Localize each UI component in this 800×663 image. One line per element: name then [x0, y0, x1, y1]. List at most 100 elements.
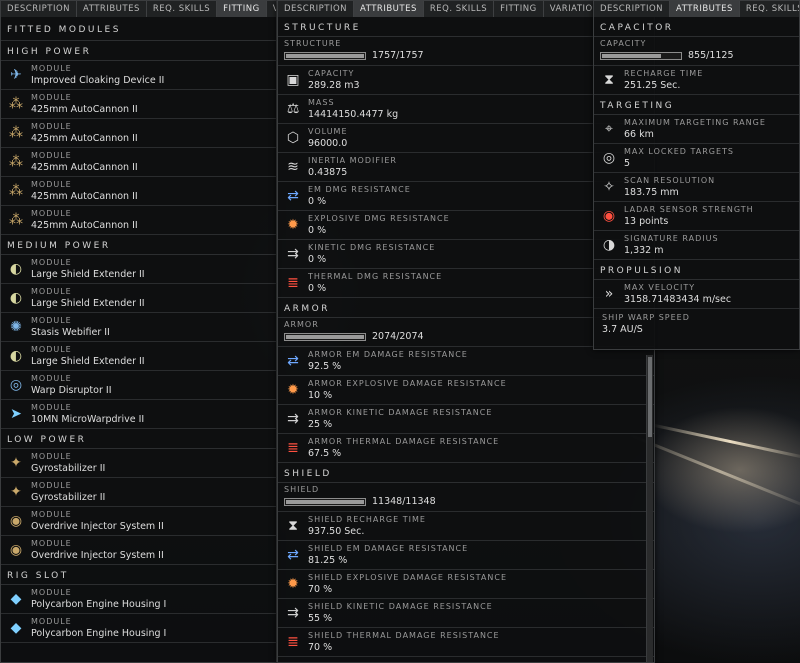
attribute-text: Recharge time 251.25 Sec.	[624, 68, 703, 92]
attribute-row: ⇉ Armor Kinetic Damage Resistance 25 %	[278, 405, 654, 434]
attribute-label: Volume	[308, 127, 348, 136]
tab-req-skills[interactable]: Req. Skills	[423, 1, 495, 17]
attribute-value: 0.43875	[308, 167, 348, 178]
attribute-label: Armor Kinetic Damage Resistance	[308, 408, 493, 417]
attribute-row: ◐ Module Large Shield Extender II	[1, 255, 276, 284]
fitted-modules-title: Fitted Modules	[1, 17, 276, 41]
attribute-row: ◉ Ladar Sensor Strength 13 points	[594, 202, 799, 231]
attribute-text: Armor Kinetic Damage Resistance 25 %	[308, 407, 492, 431]
attribute-value: 425mm AutoCannon II	[31, 220, 138, 231]
tab-attributes[interactable]: Attributes	[354, 1, 424, 17]
attribute-row: ◉ Module Overdrive Injector System II	[1, 507, 276, 536]
warp-speed-label: Ship Warp Speed	[602, 313, 690, 322]
slot-group-title: High Power	[1, 41, 276, 61]
attribute-label: Maximum Targeting Range	[624, 118, 766, 127]
shield-extender-icon: ◐	[9, 348, 23, 364]
slot-group-title: Low Power	[1, 429, 276, 449]
tab-description[interactable]: Description	[1, 1, 78, 17]
thermal-resist-icon: ≣	[287, 634, 299, 650]
cloak-icon: ✈	[10, 67, 22, 83]
attribute-label: Armor Explosive Damage Resistance	[308, 379, 507, 388]
attribute-label: Capacity	[308, 69, 355, 78]
ladar-sensor-icon: ◉	[602, 208, 616, 224]
tab-fitting[interactable]: Fitting	[217, 1, 267, 17]
attribute-text: Shield recharge time 937.50 Sec.	[308, 514, 426, 538]
autocannon-icon: ⁂	[9, 154, 23, 170]
scrollbar-thumb[interactable]	[648, 357, 652, 437]
warp-speed-row: Ship Warp Speed 3.7 AU/S	[594, 309, 799, 339]
attribute-row: ⁂ Module 425mm AutoCannon II	[1, 148, 276, 177]
attribute-value: 81.25 %	[308, 555, 348, 566]
attribute-label: Module	[31, 122, 72, 131]
attribute-text: Signature Radius 1,332 m	[624, 233, 719, 257]
attribute-label: Module	[31, 588, 72, 597]
attribute-label: Module	[31, 617, 72, 626]
explosive-resist-icon: ✹	[287, 576, 299, 592]
attribute-row: ◎ Module Warp Disruptor II	[1, 371, 276, 400]
armor-bar-value: 2074/2074	[372, 331, 424, 342]
attribute-label: Shield Thermal Damage Resistance	[308, 631, 500, 640]
tab-fitting[interactable]: Fitting	[494, 1, 544, 17]
attribute-label: Max Locked Targets	[624, 147, 734, 156]
attribute-value: 0 %	[308, 225, 327, 236]
attribute-row: ≣ Armor Thermal Damage Resistance 67.5 %	[278, 434, 654, 463]
attribute-value: 96000.0	[308, 138, 348, 149]
attribute-text: EM dmg resistance 0 %	[308, 184, 411, 208]
attribute-row: ◆ Module Polycarbon Engine Housing I	[1, 585, 276, 614]
attribute-value: 66 km	[624, 129, 654, 140]
attribute-text: Shield Explosive Damage Resistance 70 %	[308, 572, 507, 596]
tab-req-skills[interactable]: Req. Skills	[146, 1, 218, 17]
attribute-text: Armor Thermal Damage Resistance 67.5 %	[308, 436, 499, 460]
attribute-row: ⇄ Shield EM Damage Resistance 81.25 %	[278, 541, 654, 570]
inertia-icon: ≋	[287, 159, 299, 175]
autocannon-icon: ⁂	[9, 183, 23, 199]
tab-bar: Description Attributes Req. Skills	[594, 1, 799, 17]
attribute-value: Large Shield Extender II	[31, 269, 145, 280]
attribute-row: ⌖ Maximum Targeting Range 66 km	[594, 115, 799, 144]
autocannon-icon: ⁂	[9, 96, 23, 112]
attribute-text: Maximum Targeting Range 66 km	[624, 117, 766, 141]
attribute-row: ≣ Shield Thermal Damage Resistance 70 %	[278, 628, 654, 657]
scrollbar[interactable]	[646, 355, 653, 662]
em-resist-icon: ⇄	[287, 353, 299, 369]
attribute-text: Module Large Shield Extender II	[31, 344, 145, 368]
thermal-resist-icon: ≣	[287, 440, 299, 456]
attribute-row: ⁂ Module 425mm AutoCannon II	[1, 119, 276, 148]
attribute-row: ◐ Module Large Shield Extender II	[1, 342, 276, 371]
attribute-value: 0 %	[308, 283, 327, 294]
attribute-value: 55 %	[308, 613, 333, 624]
attribute-text: Inertia Modifier 0.43875	[308, 155, 397, 179]
attribute-label: Thermal dmg resistance	[308, 272, 443, 281]
attribute-label: Module	[31, 510, 72, 519]
attribute-row: ✺ Module Stasis Webifier II	[1, 313, 276, 342]
gyrostabilizer-icon: ✦	[10, 455, 22, 471]
capacitor-bar-line: 855/1125	[600, 50, 793, 61]
fitting-window: DescriptionAttributesReq. SkillsFittingV…	[0, 0, 277, 663]
attribute-value: 937.50 Sec.	[308, 526, 365, 537]
attribute-value: 425mm AutoCannon II	[31, 133, 138, 144]
attribute-label: Module	[31, 345, 72, 354]
tab-description[interactable]: Description	[278, 1, 355, 17]
locked-targets-icon: ◎	[602, 150, 616, 166]
tab-req-skills[interactable]: Req. Skills	[739, 1, 799, 17]
tab-description[interactable]: Description	[594, 1, 671, 17]
attribute-value: Overdrive Injector System II	[31, 521, 164, 532]
autocannon-icon: ⁂	[9, 125, 23, 141]
attribute-value: 10 %	[308, 390, 333, 401]
attribute-row: ◉ Module Overdrive Injector System II	[1, 536, 276, 565]
attribute-value: Improved Cloaking Device II	[31, 75, 165, 86]
armor-gauge	[284, 332, 366, 341]
attribute-text: Module Polycarbon Engine Housing I	[31, 587, 166, 611]
attribute-label: Module	[31, 64, 72, 73]
tab-varia[interactable]: Varia	[266, 1, 276, 17]
attribute-text: Module Warp Disruptor II	[31, 373, 112, 397]
attribute-text: Explosive dmg resistance 0 %	[308, 213, 450, 237]
attribute-text: Module Gyrostabilizer II	[31, 451, 105, 475]
tab-attributes[interactable]: Attributes	[77, 1, 147, 17]
attribute-text: Module Gyrostabilizer II	[31, 480, 105, 504]
attribute-text: Armor EM Damage Resistance 92.5 %	[308, 349, 468, 373]
attribute-text: Shield Thermal Damage Resistance 70 %	[308, 630, 500, 654]
tab-attributes[interactable]: Attributes	[670, 1, 740, 17]
attribute-label: Module	[31, 374, 72, 383]
slot-group-title: Rig Slot	[1, 565, 276, 585]
